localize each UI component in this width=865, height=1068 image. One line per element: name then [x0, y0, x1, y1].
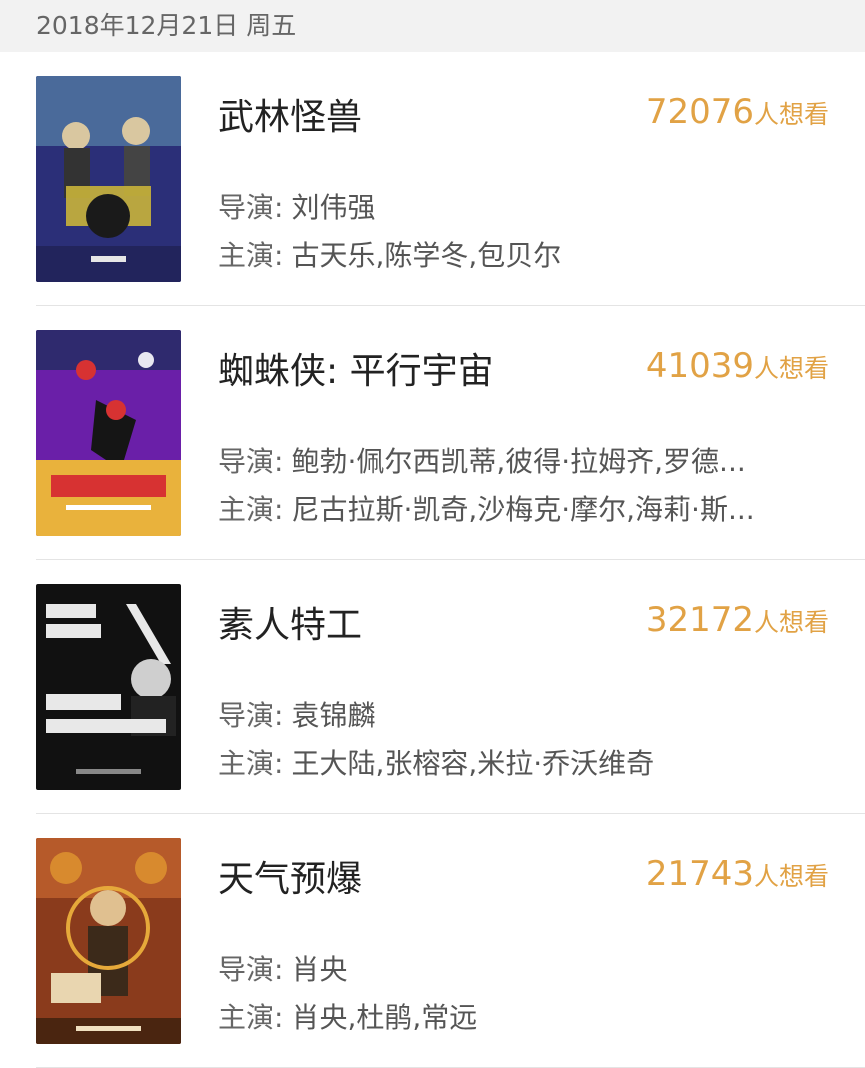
movie-list-item[interactable]: 天气预爆 21743人想看 导演: 肖央 主演: 肖央,杜鹃,常远 [0, 814, 865, 1068]
movie-poster-image[interactable] [36, 838, 181, 1044]
want-to-see-count: 41039人想看 [646, 346, 829, 386]
want-to-see-number: 32172 [645, 600, 754, 640]
want-to-see-number: 41039 [645, 346, 754, 386]
director-line: 导演: 鲍勃·佩尔西凯蒂,彼得·拉姆齐,罗德... [218, 440, 818, 480]
director-line: 导演: 袁锦麟 [218, 694, 818, 734]
date-header: 2018年12月21日 周五 [0, 0, 865, 52]
cast-line: 主演: 尼古拉斯·凯奇,沙梅克·摩尔,海莉·斯... [218, 488, 818, 528]
movie-poster-wulin-icon [36, 76, 181, 282]
cast-label: 主演: [218, 239, 284, 272]
director-label: 导演: [218, 445, 284, 478]
director-line: 导演: 刘伟强 [218, 186, 818, 226]
director-value: 肖央 [291, 953, 348, 986]
cast-line: 主演: 王大陆,张榕容,米拉·乔沃维奇 [218, 742, 818, 782]
cast-line: 主演: 肖央,杜鹃,常远 [218, 996, 818, 1036]
want-to-see-count: 21743人想看 [646, 854, 829, 894]
director-value: 袁锦麟 [291, 699, 376, 732]
movie-title[interactable]: 天气预爆 [218, 850, 362, 902]
movie-list-item[interactable]: 蜘蛛侠: 平行宇宙 41039人想看 导演: 鲍勃·佩尔西凯蒂,彼得·拉姆齐,罗德… [0, 306, 865, 560]
movie-poster-spiderman-icon [36, 330, 181, 536]
want-to-see-label: 人想看 [753, 862, 829, 891]
cast-line: 主演: 古天乐,陈学冬,包贝尔 [218, 234, 818, 274]
movie-poster-weather-icon [36, 838, 181, 1044]
movie-poster-image[interactable] [36, 76, 181, 282]
movie-poster-image[interactable] [36, 330, 181, 536]
movie-list: 武林怪兽 72076人想看 导演: 刘伟强 主演: 古天乐,陈学冬,包贝尔 蜘蛛… [0, 52, 865, 1068]
want-to-see-number: 72076 [645, 92, 754, 132]
movie-list-item[interactable]: 素人特工 32172人想看 导演: 袁锦麟 主演: 王大陆,张榕容,米拉·乔沃维奇 [0, 560, 865, 814]
director-value: 刘伟强 [291, 191, 376, 224]
want-to-see-count: 32172人想看 [646, 600, 829, 640]
want-to-see-count: 72076人想看 [646, 92, 829, 132]
movie-poster-agent-icon [36, 584, 181, 790]
want-to-see-label: 人想看 [753, 100, 829, 129]
director-value: 鲍勃·佩尔西凯蒂,彼得·拉姆齐,罗德... [291, 445, 746, 478]
cast-label: 主演: [218, 747, 284, 780]
cast-label: 主演: [218, 493, 284, 526]
cast-value: 尼古拉斯·凯奇,沙梅克·摩尔,海莉·斯... [291, 493, 755, 526]
movie-title[interactable]: 素人特工 [218, 596, 362, 648]
want-to-see-number: 21743 [645, 854, 754, 894]
movie-poster-image[interactable] [36, 584, 181, 790]
director-line: 导演: 肖央 [218, 948, 818, 988]
director-label: 导演: [218, 699, 284, 732]
movie-list-item[interactable]: 武林怪兽 72076人想看 导演: 刘伟强 主演: 古天乐,陈学冬,包贝尔 [0, 52, 865, 306]
cast-label: 主演: [218, 1001, 284, 1034]
movie-title[interactable]: 武林怪兽 [218, 88, 362, 140]
movie-title[interactable]: 蜘蛛侠: 平行宇宙 [218, 342, 494, 394]
cast-value: 王大陆,张榕容,米拉·乔沃维奇 [291, 747, 655, 780]
cast-value: 肖央,杜鹃,常远 [291, 1001, 478, 1034]
want-to-see-label: 人想看 [753, 354, 829, 383]
director-label: 导演: [218, 191, 284, 224]
cast-value: 古天乐,陈学冬,包贝尔 [291, 239, 562, 272]
want-to-see-label: 人想看 [753, 608, 829, 637]
director-label: 导演: [218, 953, 284, 986]
